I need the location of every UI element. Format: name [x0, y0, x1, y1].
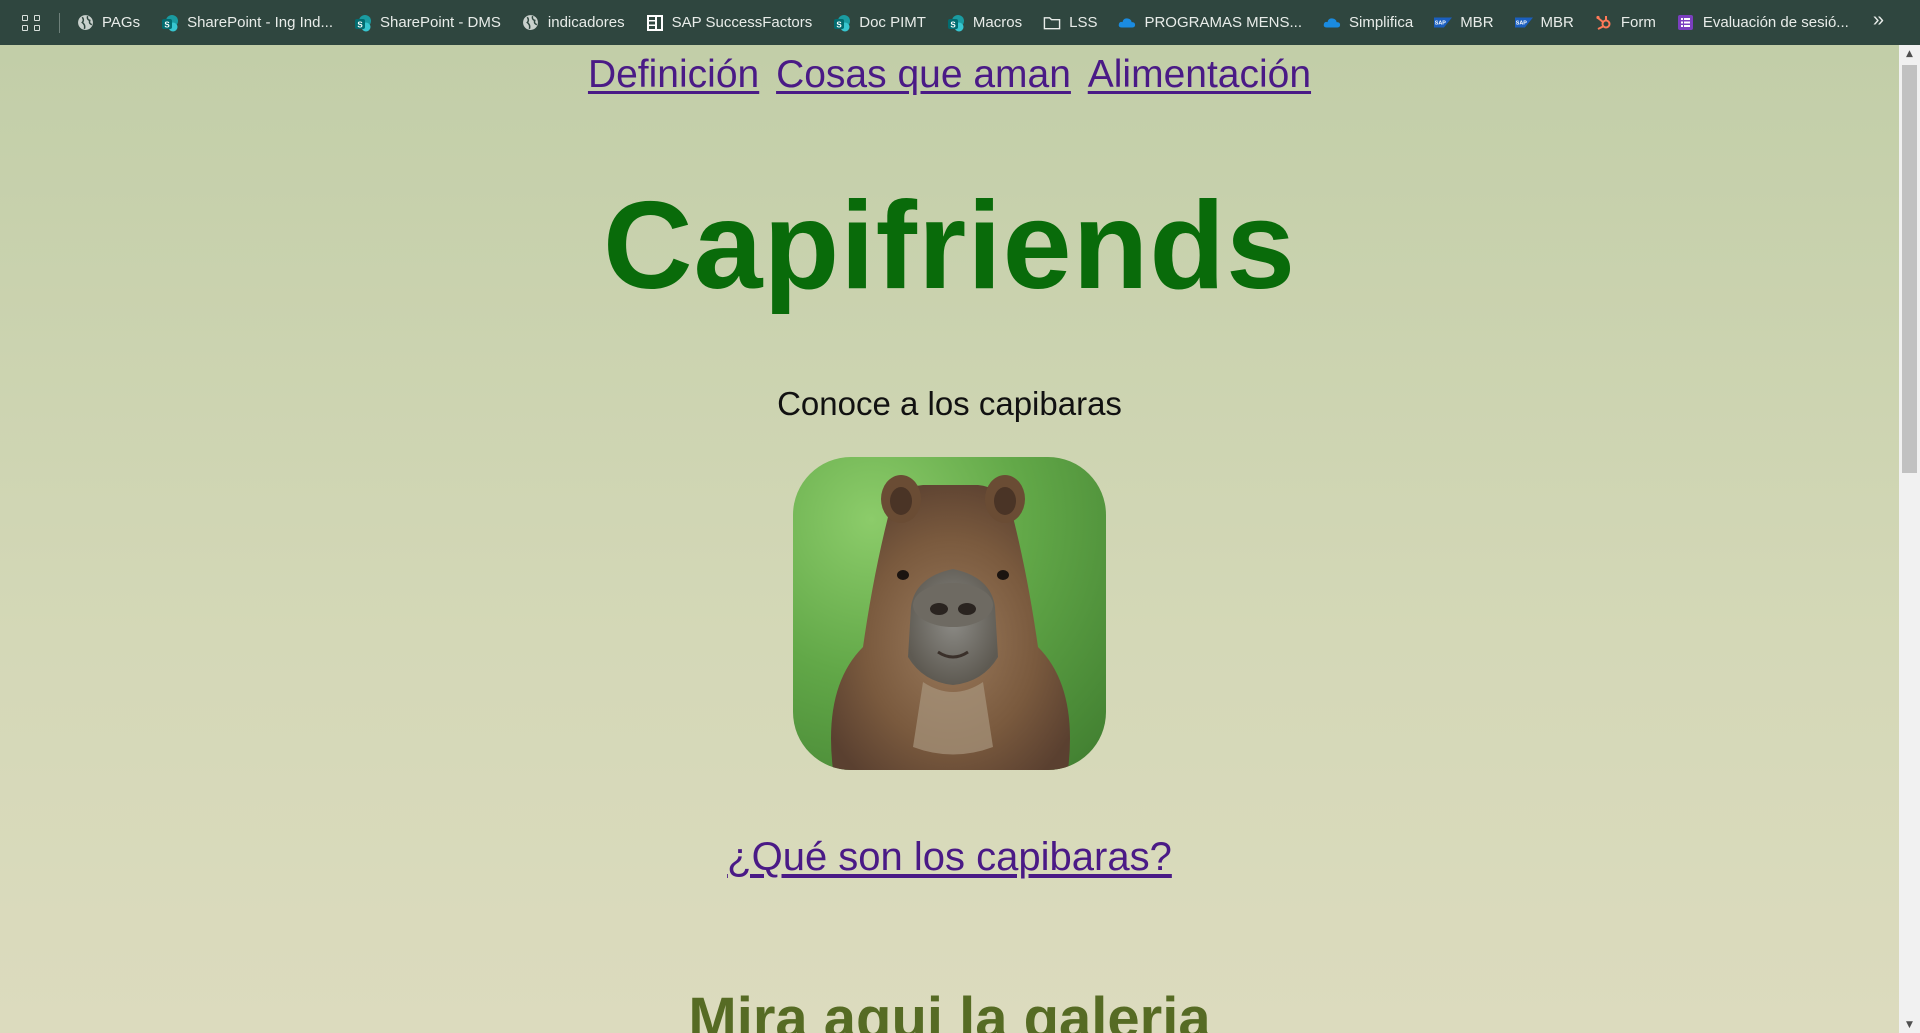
- folder-icon: [1043, 14, 1061, 32]
- svg-text:S: S: [357, 20, 363, 29]
- site-title: Capifriends: [602, 177, 1297, 315]
- scrollbar-thumb[interactable]: [1902, 65, 1917, 473]
- sharepoint-icon: S: [161, 14, 179, 32]
- svg-text:S: S: [837, 20, 843, 29]
- onedrive-icon: [1323, 14, 1341, 32]
- globe-icon: [76, 14, 94, 32]
- bookmark-sap-successfactors[interactable]: SAP SuccessFactors: [646, 14, 813, 32]
- bookmark-label: PAGs: [102, 14, 141, 31]
- bookmark-label: LSS: [1069, 14, 1098, 31]
- bookmark-simplifica[interactable]: Simplifica: [1323, 14, 1413, 32]
- sharepoint-icon: S: [833, 14, 851, 32]
- scroll-down-arrow-icon[interactable]: ▼: [1899, 1016, 1920, 1033]
- top-nav: Definición Cosas que aman Alimentación: [0, 53, 1899, 97]
- bookmark-label: Evaluación de sesió...: [1702, 14, 1849, 31]
- bookmark-sharepoint-ing[interactable]: S SharePoint - Ing Ind...: [161, 14, 333, 32]
- bookmark-pags[interactable]: PAGs: [76, 14, 140, 32]
- sharepoint-icon: S: [947, 14, 965, 32]
- bookmark-form[interactable]: Form: [1595, 14, 1656, 32]
- bookmark-mbr-1[interactable]: SAP MBR: [1434, 14, 1494, 32]
- nav-link-alimentacion[interactable]: Alimentación: [1088, 53, 1311, 96]
- what-are-capybaras-section: ¿Qué son los capibaras?: [0, 835, 1899, 880]
- bookmark-label: indicadores: [547, 14, 625, 31]
- toolbar-divider: [59, 12, 60, 33]
- svg-text:SAP: SAP: [1515, 21, 1526, 27]
- what-are-capybaras-link[interactable]: ¿Qué son los capibaras?: [727, 835, 1172, 879]
- bookmark-label: MBR: [1460, 14, 1494, 31]
- svg-text:SAP: SAP: [1435, 21, 1446, 27]
- capybara-photo: [793, 457, 1106, 770]
- globe-icon: [522, 14, 540, 32]
- bookmark-doc-pimt[interactable]: S Doc PIMT: [833, 14, 926, 32]
- bookmark-label: Macros: [972, 14, 1023, 31]
- scroll-up-arrow-icon[interactable]: ▲: [1899, 45, 1920, 62]
- bookmarks-bar: PAGs S SharePoint - Ing Ind... S SharePo…: [0, 0, 1920, 45]
- bookmark-label: SharePoint - DMS: [380, 14, 501, 31]
- bookmark-label: PROGRAMAS MENS...: [1144, 14, 1302, 31]
- apps-grid-icon[interactable]: [21, 12, 43, 34]
- svg-text:S: S: [950, 20, 956, 29]
- nav-link-cosas-que-aman[interactable]: Cosas que aman: [776, 53, 1071, 96]
- bookmark-mbr-2[interactable]: SAP MBR: [1514, 14, 1574, 32]
- site-subtitle: Conoce a los capibaras: [777, 385, 1122, 422]
- bookmark-macros[interactable]: S Macros: [947, 14, 1022, 32]
- bookmark-indicadores[interactable]: indicadores: [522, 14, 625, 32]
- bookmark-label: Simplifica: [1349, 14, 1414, 31]
- sharepoint-icon: S: [354, 14, 372, 32]
- bookmark-programas[interactable]: PROGRAMAS MENS...: [1118, 14, 1302, 32]
- bookmark-label: Doc PIMT: [859, 14, 926, 31]
- nav-link-definicion[interactable]: Definición: [588, 53, 759, 96]
- hubspot-icon: [1595, 14, 1613, 32]
- more-bookmarks-chevron-icon[interactable]: »: [1873, 9, 1884, 32]
- page-viewport: Definición Cosas que aman Alimentación C…: [0, 45, 1899, 1033]
- forms-icon: [1677, 14, 1695, 32]
- bookmark-label: Form: [1620, 14, 1656, 31]
- bookmark-lss[interactable]: LSS: [1043, 14, 1097, 32]
- sap-icon: SAP: [1514, 14, 1533, 32]
- bookmark-label: SharePoint - Ing Ind...: [187, 14, 333, 31]
- gallery-heading: Mira aqui la galeria: [688, 986, 1211, 1033]
- bookmark-sharepoint-dms[interactable]: S SharePoint - DMS: [354, 14, 501, 32]
- sap-icon: SAP: [1434, 14, 1453, 32]
- onedrive-icon: [1118, 14, 1136, 32]
- bookmark-label: MBR: [1540, 14, 1574, 31]
- capybara-illustration: [831, 475, 1070, 770]
- vertical-scrollbar[interactable]: ▲ ▼: [1899, 45, 1920, 1033]
- svg-text:S: S: [164, 20, 170, 29]
- successfactors-icon: [646, 14, 664, 32]
- bookmark-evaluacion[interactable]: Evaluación de sesió...: [1677, 14, 1849, 32]
- bookmark-label: SAP SuccessFactors: [671, 14, 813, 31]
